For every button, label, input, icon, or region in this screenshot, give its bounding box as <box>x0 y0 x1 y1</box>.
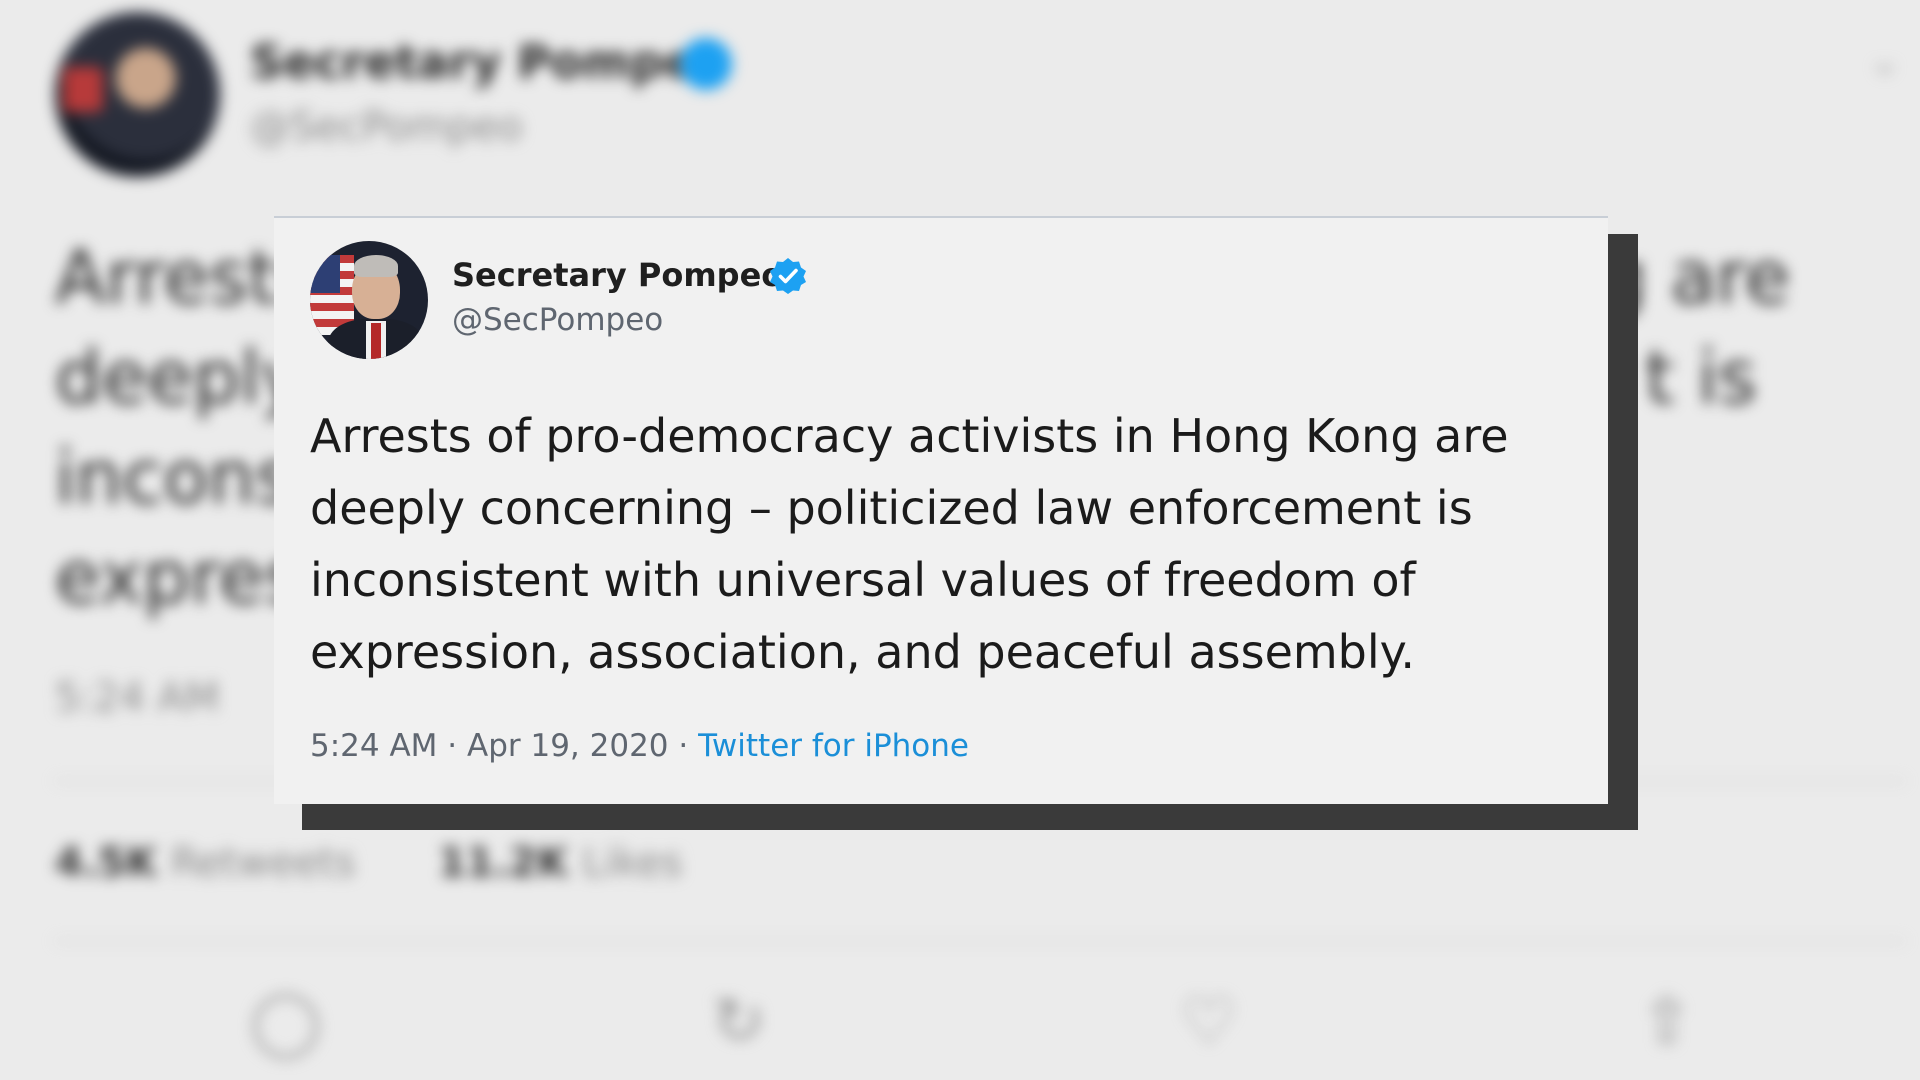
tweet-source-link[interactable]: Twitter for iPhone <box>698 728 969 764</box>
background-author-name: Secretary Pompeo <box>250 35 727 89</box>
share-icon[interactable]: ⇧ <box>1640 985 1694 1059</box>
author-name[interactable]: Secretary Pompeo <box>452 256 783 294</box>
likes-label[interactable]: Likes <box>582 840 683 886</box>
tweet-date[interactable]: Apr 19, 2020 <box>467 728 669 764</box>
retweets-label[interactable]: Retweets <box>171 840 356 886</box>
reply-icon[interactable]: ◯ <box>250 985 322 1059</box>
background-stats: 4.5K Retweets 11.2K Likes <box>55 840 753 886</box>
retweets-count: 4.5K <box>55 840 157 886</box>
chevron-down-icon[interactable]: ⌄ <box>1868 38 1902 84</box>
retweet-icon[interactable]: ↻ <box>712 985 766 1059</box>
likes-count: 11.2K <box>438 840 569 886</box>
tweet-card: Secretary Pompeo @SecPompeo Arrests of p… <box>274 216 1608 804</box>
background-avatar <box>55 12 220 177</box>
background-text-line: t is <box>1645 335 1757 421</box>
tweet-time[interactable]: 5:24 AM <box>310 728 437 764</box>
heart-icon[interactable]: ♡ <box>1180 985 1237 1059</box>
tweet-meta: 5:24 AM · Apr 19, 2020 · Twitter for iPh… <box>310 728 969 764</box>
meta-separator: · <box>447 728 458 764</box>
author-handle[interactable]: @SecPompeo <box>452 302 663 338</box>
background-text-line: deeply <box>55 335 305 421</box>
verified-badge-icon <box>770 258 806 294</box>
tweet-text: Arrests of pro-democracy activists in Ho… <box>310 409 1509 679</box>
divider <box>55 940 1905 942</box>
background-handle: @SecPompeo <box>250 104 523 150</box>
meta-separator: · <box>678 728 689 764</box>
background-timestamp[interactable]: 5:24 AM <box>55 675 219 721</box>
avatar[interactable] <box>310 241 428 359</box>
background-verified-icon <box>680 38 732 90</box>
